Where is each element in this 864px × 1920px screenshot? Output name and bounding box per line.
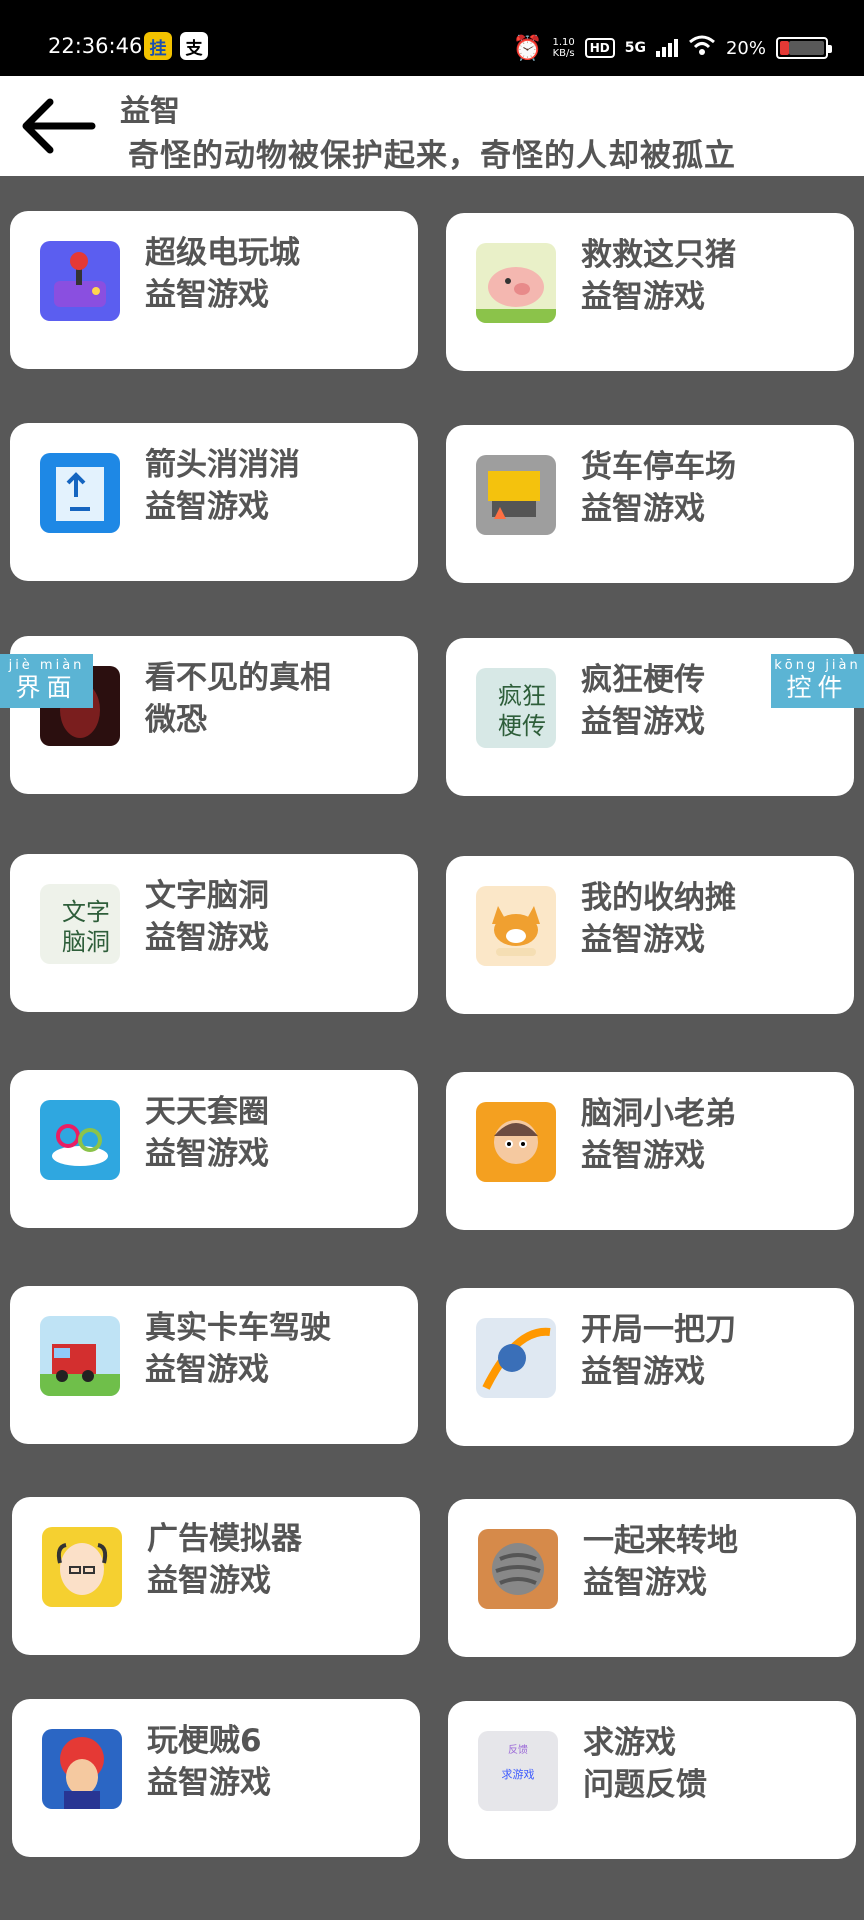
game-title: 救救这只猪	[581, 237, 736, 273]
game-title: 超级电玩城	[145, 235, 300, 271]
svg-text:反馈: 反馈	[508, 1743, 528, 1756]
svg-text:梗: 梗	[498, 712, 522, 740]
arrow-blocks-icon	[40, 453, 120, 533]
game-category: 益智游戏	[581, 704, 705, 740]
battery-percent: 20%	[725, 37, 766, 59]
corgi-dog-icon	[476, 886, 556, 966]
drill-icon	[478, 1529, 558, 1609]
interface-tag-pinyin: jiè miàn	[8, 658, 85, 673]
game-title: 货车停车场	[581, 449, 736, 485]
wifi-icon	[688, 34, 716, 62]
game-card[interactable]: 玩梗贼6 益智游戏	[12, 1699, 420, 1857]
game-category: 益智游戏	[145, 1136, 269, 1172]
game-title: 广告模拟器	[147, 1521, 302, 1557]
game-title: 玩梗贼6	[147, 1723, 262, 1759]
game-card[interactable]: 箭头消消消 益智游戏	[10, 423, 418, 581]
game-category: 益智游戏	[583, 1565, 707, 1601]
page-subtitle: 奇怪的动物被保护起来，奇怪的人却被孤立	[128, 138, 736, 174]
game-title: 脑洞小老弟	[581, 1096, 736, 1132]
red-hair-thief-icon	[42, 1729, 122, 1809]
hd-icon: HD	[584, 38, 615, 58]
network-speed: 1.10 KB/s	[552, 37, 574, 59]
ring-toss-icon	[40, 1100, 120, 1180]
battery-icon	[776, 37, 832, 59]
game-card[interactable]: 文 字 脑 洞文字脑洞 益智游戏	[10, 854, 418, 1012]
truck-parking-icon	[476, 455, 556, 535]
svg-text:传: 传	[522, 712, 546, 740]
game-category: 益智游戏	[145, 920, 269, 956]
game-title: 疯狂梗传	[581, 662, 705, 698]
game-card[interactable]: 我的收纳摊 益智游戏	[446, 856, 854, 1014]
game-category: 益智游戏	[581, 1354, 705, 1390]
meme-calligraphy-icon: 疯 狂 梗 传	[476, 668, 556, 748]
back-button[interactable]	[18, 90, 98, 162]
alipay-icon: 支	[180, 32, 208, 60]
svg-text:疯: 疯	[498, 682, 522, 710]
cartoon-boy-icon	[476, 1102, 556, 1182]
bald-man-icon	[42, 1527, 122, 1607]
control-tag: kōng jiàn 控件	[771, 654, 864, 708]
arcade-joystick-icon	[40, 241, 120, 321]
control-tag-pinyin: kōng jiàn	[774, 658, 861, 673]
game-category: 益智游戏	[147, 1563, 271, 1599]
game-title: 求游戏	[583, 1725, 676, 1761]
svg-text:求游戏: 求游戏	[502, 1768, 535, 1781]
svg-text:洞: 洞	[86, 928, 110, 956]
game-title: 真实卡车驾驶	[145, 1310, 331, 1346]
game-category: 益智游戏	[581, 279, 705, 315]
ninja-knife-icon	[476, 1318, 556, 1398]
game-title: 看不见的真相	[145, 660, 331, 696]
svg-text:字: 字	[86, 898, 110, 926]
interface-tag-text: 界面	[15, 673, 78, 702]
game-card[interactable]: 脑洞小老弟 益智游戏	[446, 1072, 854, 1230]
alarm-icon: ⏰	[512, 34, 543, 62]
game-card[interactable]: 超级电玩城 益智游戏	[10, 211, 418, 369]
word-calligraphy-icon: 文 字 脑 洞	[40, 884, 120, 964]
game-category: 益智游戏	[147, 1765, 271, 1801]
game-card[interactable]: 一起来转地 益智游戏	[448, 1499, 856, 1657]
app-header: 益智 奇怪的动物被保护起来，奇怪的人却被孤立	[0, 76, 864, 176]
game-card[interactable]: 广告模拟器 益智游戏	[12, 1497, 420, 1655]
pig-icon	[476, 243, 556, 323]
control-tag-text: 控件	[786, 673, 849, 702]
status-icons: ⏰ 1.10 KB/s HD 5G 20%	[512, 28, 832, 68]
signal-icon	[655, 39, 678, 57]
svg-text:脑: 脑	[62, 928, 86, 956]
net-speed-unit: KB/s	[552, 48, 575, 59]
feedback-icon: 反馈 求游戏	[478, 1731, 558, 1811]
game-card[interactable]: 货车停车场 益智游戏	[446, 425, 854, 583]
game-card[interactable]: 天天套圈 益智游戏	[10, 1070, 418, 1228]
game-title: 我的收纳摊	[581, 880, 736, 916]
svg-text:狂: 狂	[522, 682, 546, 710]
game-category: 益智游戏	[145, 277, 269, 313]
battery-fill	[780, 41, 789, 55]
game-card[interactable]: 反馈 求游戏 求游戏 问题反馈	[448, 1701, 856, 1859]
arrow-left-icon	[22, 98, 96, 154]
network-type: 5G	[624, 40, 646, 56]
game-category: 益智游戏	[145, 1352, 269, 1388]
game-card[interactable]: 救救这只猪 益智游戏	[446, 213, 854, 371]
game-category: 益智游戏	[581, 1138, 705, 1174]
game-title: 文字脑洞	[145, 878, 269, 914]
clock: 22:36:46	[48, 34, 143, 58]
game-category: 问题反馈	[583, 1767, 707, 1803]
game-category: 益智游戏	[145, 489, 269, 525]
game-category: 益智游戏	[581, 922, 705, 958]
net-speed-value: 1.10	[552, 37, 575, 48]
status-bar: 22:36:46 挂 支 ⏰ 1.10 KB/s HD 5G 20%	[0, 0, 864, 76]
page-title: 益智	[120, 94, 180, 129]
battery-empty	[789, 41, 824, 55]
notification-app-icon: 挂	[144, 32, 172, 60]
game-category: 微恐	[145, 702, 207, 738]
game-title: 一起来转地	[583, 1523, 738, 1559]
svg-text:文: 文	[62, 898, 86, 926]
game-title: 开局一把刀	[581, 1312, 736, 1348]
red-truck-icon	[40, 1316, 120, 1396]
interface-tag: jiè miàn 界面	[0, 654, 93, 708]
game-card[interactable]: 开局一把刀 益智游戏	[446, 1288, 854, 1446]
game-category: 益智游戏	[581, 491, 705, 527]
game-card[interactable]: 真实卡车驾驶 益智游戏	[10, 1286, 418, 1444]
game-title: 天天套圈	[145, 1094, 269, 1130]
game-title: 箭头消消消	[145, 447, 300, 483]
